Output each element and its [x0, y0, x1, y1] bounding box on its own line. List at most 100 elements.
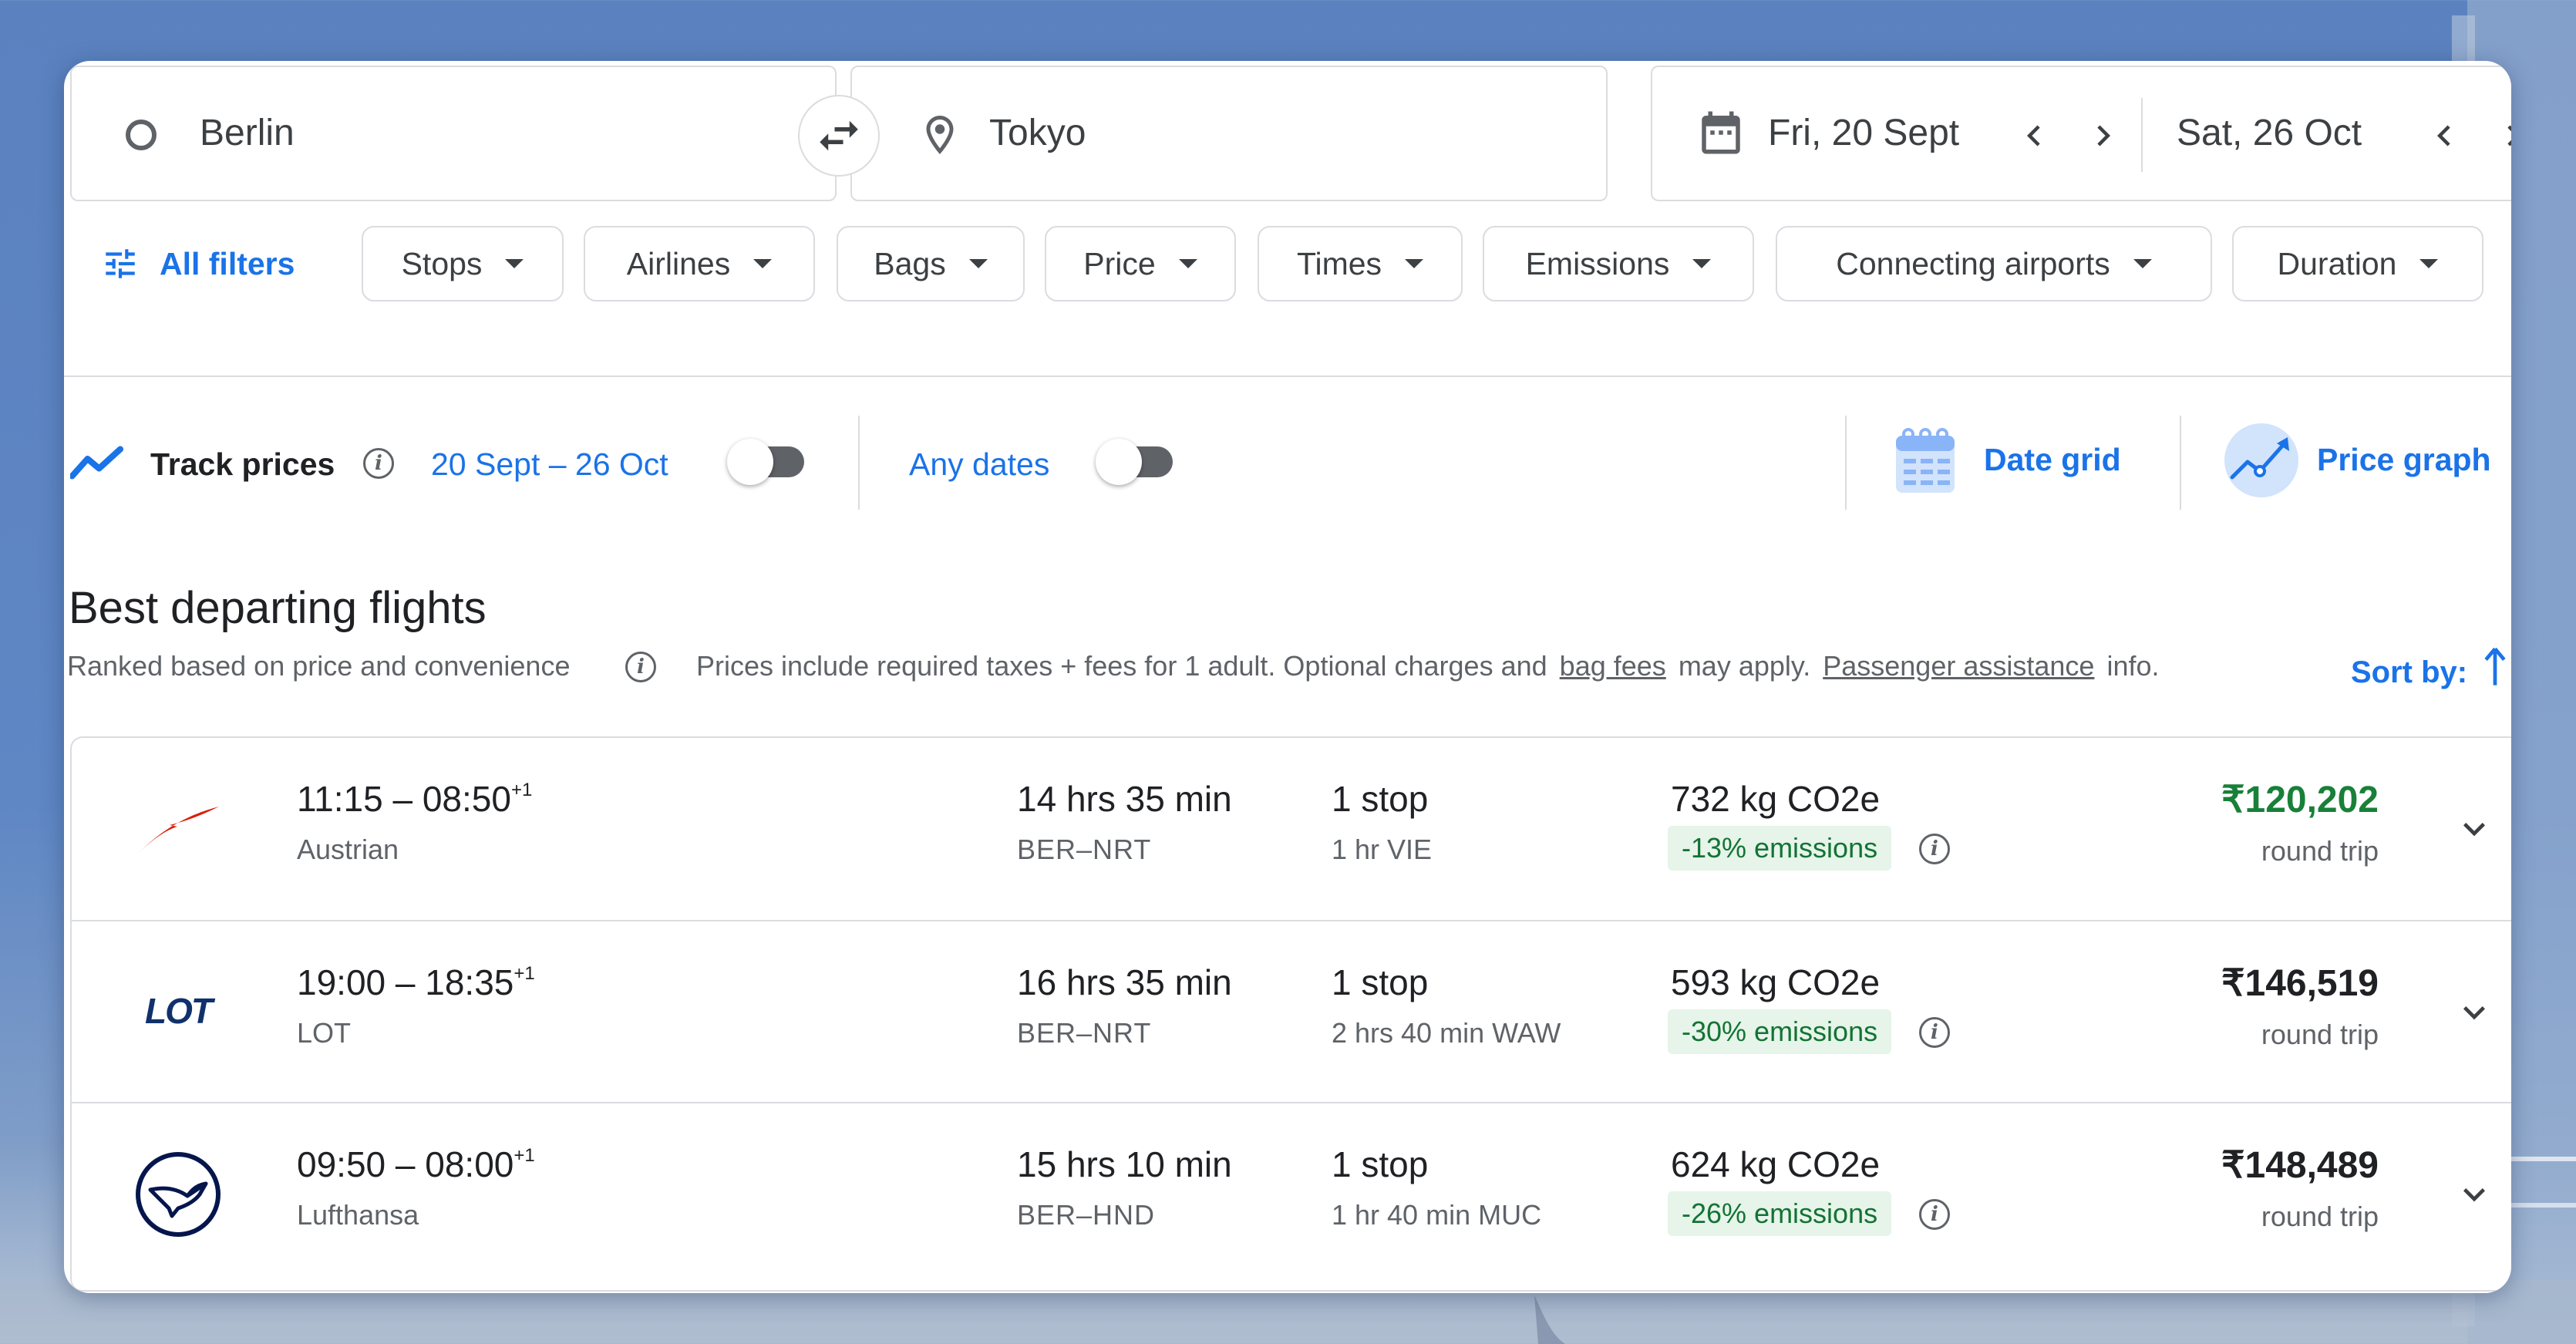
- ranked-info-icon[interactable]: i: [625, 652, 656, 682]
- layover-info: 2 hrs 40 min WAW: [1332, 1017, 1561, 1049]
- caret-down-icon: [2419, 259, 2439, 268]
- price-graph-button[interactable]: Price graph: [2317, 442, 2491, 478]
- all-filters-button[interactable]: All filters: [101, 221, 295, 306]
- section-title: Best departing flights: [69, 583, 487, 633]
- lot-logo: LOT: [132, 974, 224, 1051]
- sort-by-label: Sort by:: [2351, 655, 2468, 689]
- prices-note: Prices include required taxes + fees for…: [696, 650, 2160, 682]
- toggle-knob: [1096, 439, 1142, 485]
- depart-date[interactable]: Fri, 20 Sept: [1768, 112, 1959, 154]
- return-next-chevron-icon[interactable]: [2493, 115, 2511, 157]
- emissions-badge: -13% emissions: [1668, 826, 1892, 871]
- track-info-icon[interactable]: i: [363, 448, 394, 479]
- date-grid-button[interactable]: Date grid: [1984, 442, 2121, 478]
- flight-times: 09:50 – 08:00+1: [297, 1144, 535, 1185]
- prices-note-text: Prices include required taxes + fees for…: [696, 650, 1547, 682]
- caret-down-icon: [753, 259, 773, 268]
- expand-chevron-icon[interactable]: [2453, 991, 2496, 1034]
- filter-connecting-airports[interactable]: Connecting airports: [1776, 226, 2212, 301]
- date-grid-icon: [1896, 428, 1955, 493]
- return-date[interactable]: Sat, 26 Oct: [2177, 112, 2362, 154]
- filter-emissions[interactable]: Emissions: [1483, 226, 1754, 301]
- track-date-range: 20 Sept – 26 Oct: [431, 446, 668, 482]
- flight-price: ₹146,519: [2221, 963, 2379, 1004]
- destination-field[interactable]: Tokyo: [850, 66, 1608, 201]
- date-grid-separator: [1845, 416, 1847, 510]
- all-filters-label: All filters: [160, 245, 295, 281]
- times-text: 09:50 – 08:00: [297, 1144, 514, 1184]
- filter-price[interactable]: Price: [1045, 226, 1236, 301]
- flight-route: BER–HND: [1017, 1199, 1156, 1231]
- times-text: 19:00 – 18:35: [297, 962, 514, 1002]
- times-text: 11:15 – 08:50: [297, 779, 511, 819]
- co2-amount: 732 kg CO2e: [1671, 779, 1881, 819]
- day-offset: +1: [514, 962, 535, 984]
- trending-icon: [70, 446, 123, 480]
- date-field[interactable]: Fri, 20 Sept Sat, 26 Oct: [1651, 66, 2511, 201]
- swap-arrows-icon: [820, 120, 858, 151]
- co2-amount: 624 kg CO2e: [1671, 1144, 1881, 1184]
- passenger-assistance-link[interactable]: Passenger assistance: [1823, 650, 2094, 682]
- price-type: round trip: [2261, 1019, 2379, 1050]
- flight-stops: 1 stop: [1332, 1144, 1429, 1184]
- bag-fees-link[interactable]: bag fees: [1560, 650, 1666, 682]
- airline-name: Lufthansa: [297, 1199, 419, 1231]
- caret-down-icon: [1692, 259, 1712, 268]
- emissions-info-icon[interactable]: i: [1919, 834, 1950, 864]
- chip-label: Price: [1083, 245, 1156, 281]
- tune-icon: [106, 249, 135, 278]
- emissions-badge: -26% emissions: [1668, 1191, 1892, 1236]
- co2-amount: 593 kg CO2e: [1671, 962, 1881, 1002]
- flight-row[interactable]: 09:50 – 08:00+1 Lufthansa 15 hrs 10 min …: [72, 1102, 2511, 1284]
- origin-field[interactable]: Berlin: [70, 66, 837, 201]
- depart-prev-chevron-icon[interactable]: [2013, 115, 2055, 157]
- austrian-logo: [132, 790, 224, 867]
- expand-chevron-icon[interactable]: [2453, 1173, 2496, 1216]
- flight-price: ₹120,202: [2221, 780, 2379, 820]
- info-text: info.: [2106, 650, 2160, 682]
- filter-times[interactable]: Times: [1258, 226, 1463, 301]
- lot-logo-text: LOT: [145, 991, 216, 1031]
- calendar-icon: [1702, 111, 1740, 154]
- track-prices-label: Track prices: [150, 446, 335, 482]
- ranked-text: Ranked based on price and convenience: [67, 650, 571, 682]
- layover-info: 1 hr 40 min MUC: [1332, 1199, 1542, 1231]
- date-divider: [2141, 98, 2143, 172]
- airline-name: LOT: [297, 1017, 352, 1049]
- flight-duration: 16 hrs 35 min: [1017, 962, 1232, 1002]
- track-separator: [858, 416, 860, 510]
- flight-price: ₹148,489: [2221, 1145, 2379, 1186]
- emissions-info-icon[interactable]: i: [1919, 1017, 1950, 1048]
- chip-label: Stops: [401, 245, 483, 281]
- flight-row[interactable]: LOT 19:00 – 18:35+1 LOT 16 hrs 35 min BE…: [72, 920, 2511, 1102]
- sort-by-button[interactable]: Sort by:: [2351, 647, 2507, 690]
- expand-chevron-icon[interactable]: [2453, 807, 2496, 851]
- filter-duration[interactable]: Duration: [2232, 226, 2483, 301]
- filters-row: All filters Stops Airlines Bags Price Ti…: [64, 221, 2511, 306]
- flight-row[interactable]: 11:15 – 08:50+1 Austrian 14 hrs 35 min B…: [72, 738, 2511, 920]
- return-prev-chevron-icon[interactable]: [2423, 115, 2465, 157]
- filter-bags[interactable]: Bags: [837, 226, 1025, 301]
- day-offset: +1: [510, 779, 533, 800]
- chip-label: Connecting airports: [1836, 245, 2110, 281]
- airline-name: Austrian: [297, 834, 399, 865]
- destination-input[interactable]: Tokyo: [989, 112, 1086, 154]
- filter-airlines[interactable]: Airlines: [584, 226, 815, 301]
- sort-arrow-icon: [2484, 647, 2506, 685]
- depart-next-chevron-icon[interactable]: [2083, 115, 2124, 157]
- origin-input[interactable]: Berlin: [200, 112, 295, 154]
- chip-label: Times: [1296, 245, 1382, 281]
- track-prices-toggle[interactable]: [727, 439, 806, 485]
- flight-route: BER–NRT: [1017, 1017, 1152, 1049]
- price-graph-separator: [2180, 416, 2181, 510]
- any-dates-toggle[interactable]: [1096, 439, 1174, 485]
- caret-down-icon: [968, 259, 988, 268]
- lufthansa-logo: [132, 1152, 224, 1237]
- swap-button[interactable]: [798, 95, 880, 177]
- ranked-note: Ranked based on price and convenience: [67, 650, 570, 682]
- filter-stops[interactable]: Stops: [362, 226, 564, 301]
- toggle-knob: [727, 439, 773, 485]
- emissions-info-icon[interactable]: i: [1919, 1199, 1950, 1230]
- filters-divider: [64, 376, 2511, 377]
- caret-down-icon: [505, 259, 524, 268]
